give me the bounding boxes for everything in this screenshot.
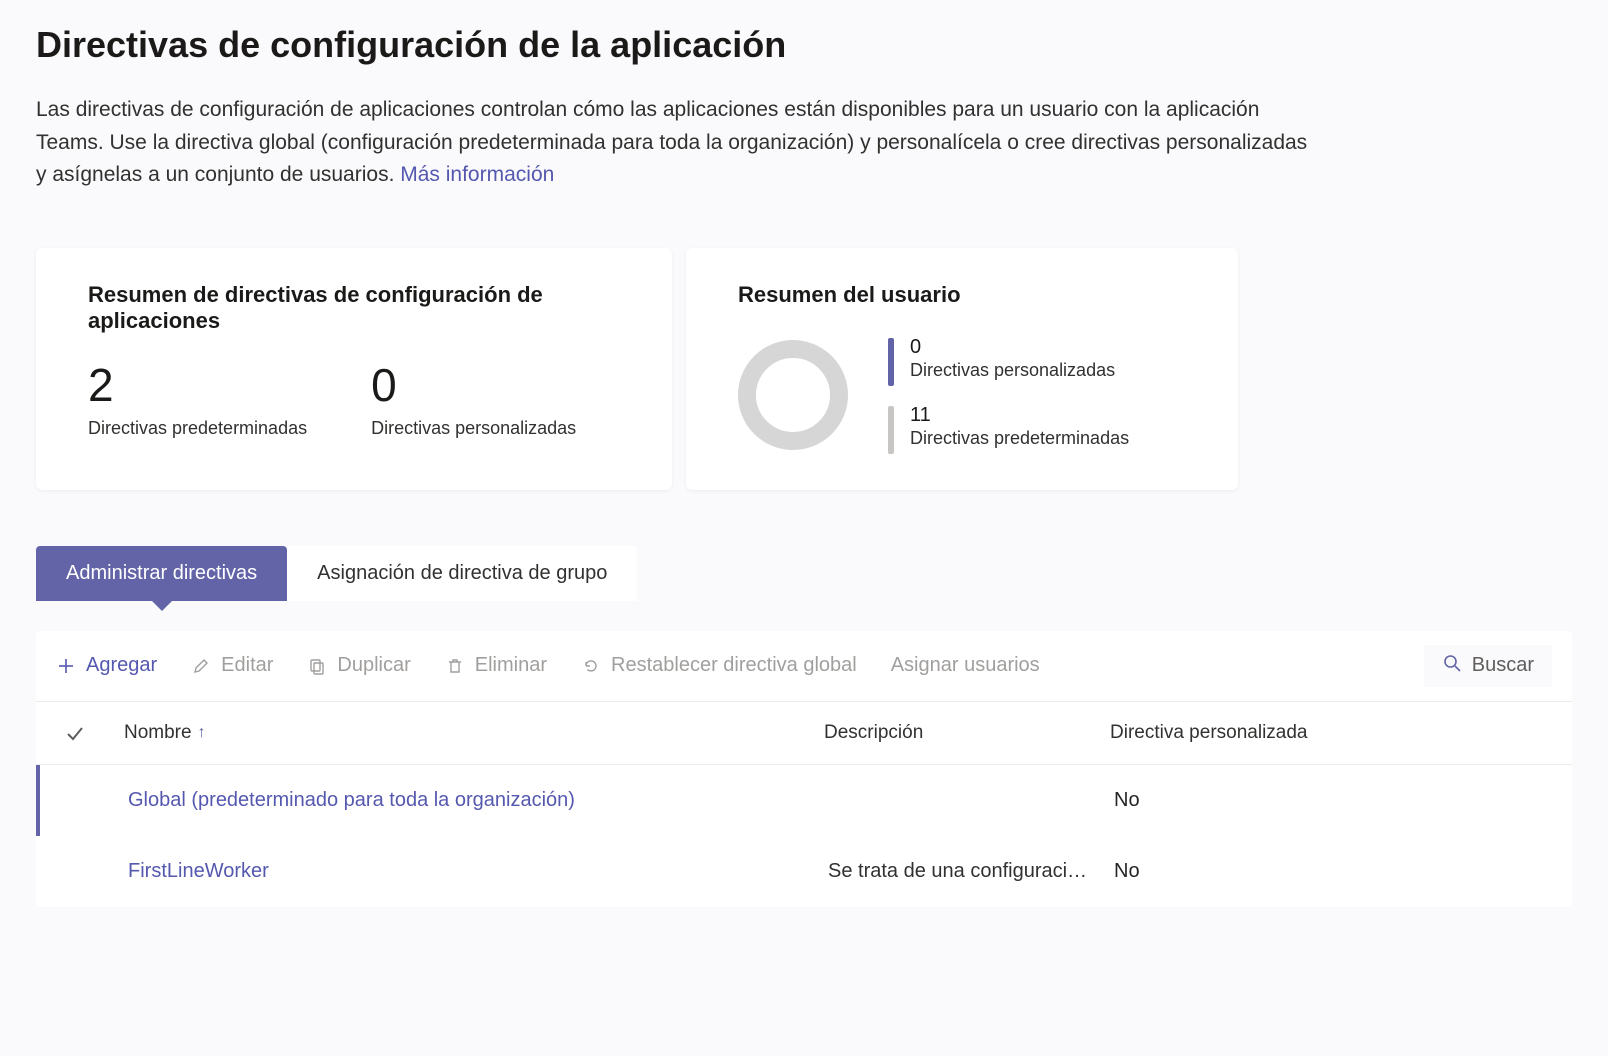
custom-column-header[interactable]: Directiva personalizada	[1110, 722, 1544, 744]
summary-cards: Resumen de directivas de configuración d…	[36, 248, 1572, 490]
reset-icon	[581, 656, 601, 676]
policy-name-link[interactable]: FirstLineWorker	[128, 860, 828, 883]
default-policies-count: 2	[88, 362, 307, 408]
page-title: Directivas de configuración de la aplica…	[36, 24, 1572, 66]
policy-description: Se trata de una configuraci…	[828, 860, 1114, 883]
select-all-column[interactable]	[64, 722, 124, 744]
default-policies-label: Directivas predeterminadas	[88, 418, 307, 439]
search-button[interactable]: Buscar	[1424, 645, 1552, 687]
donut-chart-icon	[738, 340, 848, 450]
policies-summary-title: Resumen de directivas de configuración d…	[88, 282, 620, 334]
legend-custom-count: 0	[910, 336, 1115, 358]
edit-button: Editar	[191, 654, 273, 677]
edit-label: Editar	[221, 654, 273, 677]
user-summary-title: Resumen del usuario	[738, 282, 1186, 308]
policy-custom-value: No	[1114, 860, 1544, 883]
custom-policies-stat: 0 Directivas personalizadas	[371, 362, 576, 439]
policy-name-link[interactable]: Global (predeterminado para toda la orga…	[128, 789, 828, 812]
reset-label: Restablecer directiva global	[611, 654, 857, 677]
learn-more-link[interactable]: Más información	[400, 163, 554, 186]
trash-icon	[445, 656, 465, 676]
default-policies-stat: 2 Directivas predeterminadas	[88, 362, 307, 439]
user-summary-card: Resumen del usuario 0 Directivas persona…	[686, 248, 1238, 490]
tab-group-assignment[interactable]: Asignación de directiva de grupo	[287, 546, 637, 601]
table-row[interactable]: Global (predeterminado para toda la orga…	[36, 765, 1572, 836]
duplicate-button: Duplicar	[307, 654, 410, 677]
legend-default-label: Directivas predeterminadas	[910, 428, 1129, 449]
delete-label: Eliminar	[475, 654, 547, 677]
page-description-text: Las directivas de configuración de aplic…	[36, 98, 1307, 186]
table-row[interactable]: FirstLineWorker Se trata de una configur…	[36, 836, 1572, 907]
page-description: Las directivas de configuración de aplic…	[36, 94, 1316, 192]
legend-custom: 0 Directivas personalizadas	[888, 336, 1129, 386]
reset-button: Restablecer directiva global	[581, 654, 857, 677]
legend-custom-label: Directivas personalizadas	[910, 360, 1115, 381]
search-label: Buscar	[1472, 654, 1534, 677]
description-column-header[interactable]: Descripción	[824, 722, 1110, 744]
add-label: Agregar	[86, 654, 157, 677]
duplicate-label: Duplicar	[337, 654, 410, 677]
tab-bar: Administrar directivas Asignación de dir…	[36, 546, 1572, 601]
legend-bar-gray-icon	[888, 406, 894, 454]
table-header: Nombre ↑ Descripción Directiva personali…	[36, 702, 1572, 765]
legend-bar-purple-icon	[888, 338, 894, 386]
policies-panel: Agregar Editar Duplicar Eliminar Restabl…	[36, 631, 1572, 907]
legend-default: 11 Directivas predeterminadas	[888, 404, 1129, 454]
pencil-icon	[191, 656, 211, 676]
policies-summary-card: Resumen de directivas de configuración d…	[36, 248, 672, 490]
custom-policies-count: 0	[371, 362, 576, 408]
name-header-label: Nombre	[124, 722, 192, 744]
toolbar: Agregar Editar Duplicar Eliminar Restabl…	[36, 631, 1572, 702]
custom-policies-label: Directivas personalizadas	[371, 418, 576, 439]
delete-button: Eliminar	[445, 654, 547, 677]
assign-button: Asignar usuarios	[891, 654, 1040, 677]
name-column-header[interactable]: Nombre ↑	[124, 722, 824, 744]
tab-manage-policies[interactable]: Administrar directivas	[36, 546, 287, 601]
policy-custom-value: No	[1114, 789, 1544, 812]
sort-ascending-icon: ↑	[198, 724, 206, 742]
plus-icon	[56, 656, 76, 676]
assign-label: Asignar usuarios	[891, 654, 1040, 677]
copy-icon	[307, 656, 327, 676]
add-button[interactable]: Agregar	[56, 654, 157, 677]
search-icon	[1442, 653, 1462, 679]
legend-default-count: 11	[910, 404, 1129, 426]
